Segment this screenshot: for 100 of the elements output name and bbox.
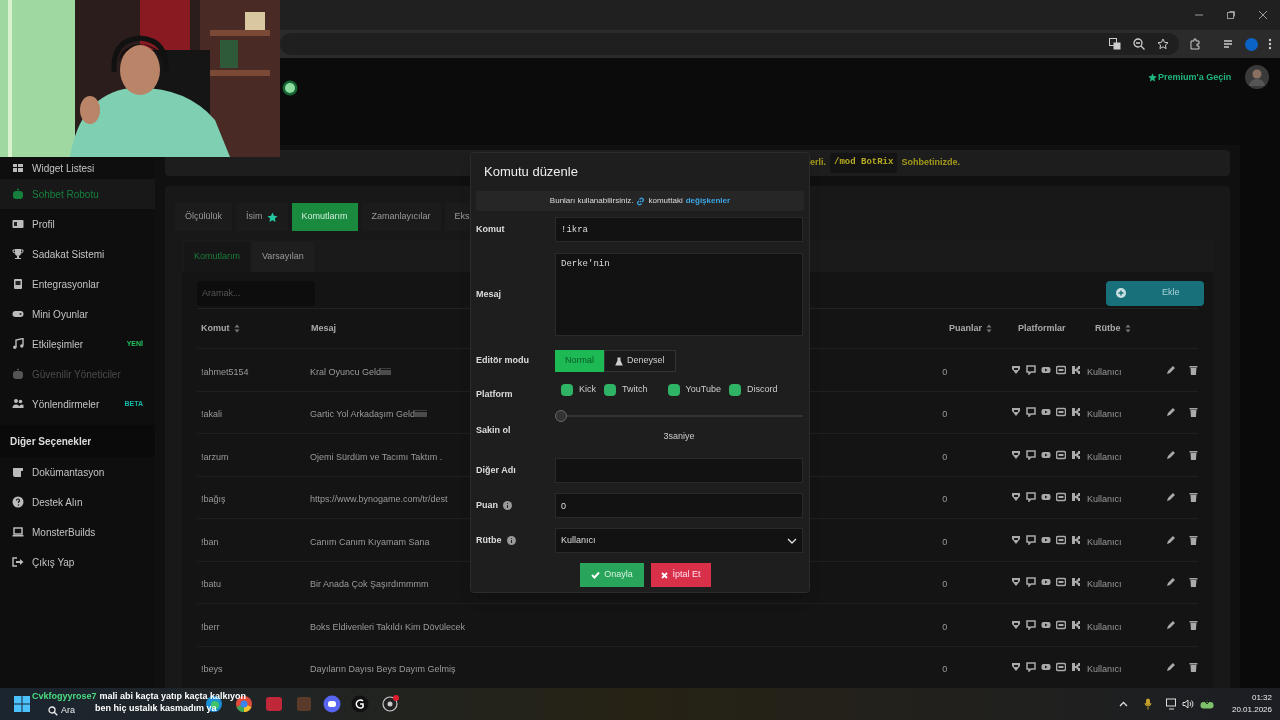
search-field[interactable]: Aramak... (197, 280, 315, 306)
chat-bubble-icon (1025, 577, 1036, 588)
playlist-icon[interactable] (1223, 38, 1235, 50)
table-cell: !akali (201, 409, 222, 420)
close-icon[interactable] (1258, 10, 1268, 20)
table-cell: Gartic Yol Arkadaşım Geldiiiiii (310, 409, 428, 420)
message-field[interactable]: Derke'nin (555, 253, 803, 336)
video-icon (1040, 662, 1051, 673)
alias-field[interactable] (555, 458, 803, 483)
microphone-icon[interactable] (1143, 698, 1152, 710)
cancel-button[interactable]: İptal Et (651, 563, 711, 587)
variables-link[interactable]: değişkenler (685, 195, 731, 207)
table-cell: !arzum (201, 451, 229, 462)
shield-icon (1010, 534, 1021, 545)
pencil-icon[interactable] (1166, 662, 1177, 673)
star-icon[interactable] (1157, 38, 1169, 50)
sidebar-item[interactable]: Dokümantasyon (0, 457, 155, 487)
toggle-knob-icon[interactable] (282, 80, 298, 96)
close-icon (661, 571, 669, 579)
more-icon[interactable] (1268, 38, 1272, 50)
column-header[interactable]: Puanlar (949, 321, 982, 336)
chat-bubble-icon (1025, 619, 1036, 630)
shield-icon (1010, 577, 1021, 588)
video-icon (1040, 577, 1051, 588)
taskbar-search[interactable]: Ara (48, 704, 75, 718)
chevron-up-icon[interactable] (1118, 701, 1128, 707)
add-button[interactable]: Ekle (1106, 280, 1204, 306)
checkbox-label: Kick (579, 383, 596, 397)
command-code: /mod BotRix (830, 153, 898, 173)
shield-icon (1010, 407, 1021, 418)
field-label: Rütbe (476, 533, 502, 547)
trophy-icon (12, 248, 24, 260)
banner-text: erli. (810, 156, 826, 170)
k-mark-icon (1070, 534, 1081, 545)
slider-thumb[interactable] (555, 410, 567, 423)
windows-start-icon[interactable] (14, 696, 30, 712)
chat-app-icon[interactable] (323, 695, 341, 713)
checkbox[interactable] (667, 384, 680, 396)
subtab[interactable]: Varsayılan (252, 242, 314, 272)
trash-icon[interactable] (1189, 534, 1198, 545)
pencil-icon[interactable] (1166, 364, 1177, 375)
sidebar-item[interactable]: Sadakat Sistemi (0, 239, 155, 269)
trash-icon[interactable] (1189, 492, 1198, 503)
translate-icon (1109, 38, 1121, 50)
sidebar-item[interactable]: Mini Oyunlar (0, 299, 155, 329)
pencil-icon[interactable] (1166, 619, 1177, 630)
plus-circle-icon (1116, 288, 1126, 298)
trash-icon[interactable] (1189, 577, 1198, 588)
sidebar-item[interactable]: Sohbet Robotu (0, 179, 155, 209)
sidebar-item[interactable]: Profil (0, 209, 155, 239)
info-text: Bunları kullanabilirsiniz. (549, 195, 634, 207)
checkbox[interactable] (728, 384, 741, 396)
sidebar-item[interactable]: Çıkış Yap (0, 547, 155, 577)
sidebar-item[interactable]: MonsterBuilds (0, 517, 155, 547)
app-icon[interactable] (265, 695, 283, 713)
speaker-icon[interactable] (1181, 699, 1194, 709)
pencil-icon[interactable] (1166, 492, 1177, 503)
premium-link[interactable]: Premium'a Geçin (1148, 71, 1232, 85)
network-icon[interactable] (1165, 698, 1178, 710)
table-cell: 0 (942, 579, 948, 590)
mode-toggle[interactable]: Deneysel (604, 350, 676, 372)
sidebar-item[interactable]: Entegrasyonlar (0, 269, 155, 299)
trash-icon[interactable] (1189, 407, 1198, 418)
record-app-icon[interactable] (381, 695, 399, 713)
trash-icon[interactable] (1189, 449, 1198, 460)
profile-avatar-icon[interactable] (1245, 37, 1258, 51)
trash-icon[interactable] (1189, 364, 1198, 375)
trash-icon[interactable] (1189, 662, 1198, 673)
table-cell: !batu (201, 579, 222, 590)
tab[interactable]: Komutlarım (291, 203, 358, 231)
sidebar-item[interactable]: Widget Listesi (0, 157, 155, 179)
rank-select[interactable]: Kullanıcı (555, 528, 803, 553)
checkbox[interactable] (561, 384, 573, 396)
table-cell: Kullanıcı (1086, 451, 1122, 462)
pencil-icon[interactable] (1166, 449, 1177, 460)
column-header[interactable]: Rütbe (1095, 321, 1121, 336)
command-field[interactable]: !ikra (555, 217, 803, 242)
chat-username: Cvkfogyyrose7 (32, 690, 97, 702)
table-cell: Kullanıcı (1086, 366, 1122, 377)
video-icon (1040, 364, 1051, 375)
avatar-icon[interactable] (1245, 65, 1269, 89)
column-header[interactable]: Mesaj (311, 321, 336, 336)
subtab[interactable]: Komutlarım (184, 242, 250, 272)
sidebar-item[interactable]: Destek Alın (0, 487, 155, 517)
laptop-icon (12, 526, 24, 538)
clock[interactable]: 01:32 20.01.2026 (1231, 692, 1272, 716)
pencil-icon[interactable] (1166, 534, 1177, 545)
restore-icon[interactable] (1226, 10, 1236, 20)
info-icon (506, 536, 516, 545)
pencil-icon[interactable] (1166, 407, 1177, 418)
trash-icon[interactable] (1189, 619, 1198, 630)
g-mark-icon[interactable] (351, 695, 369, 713)
extensions-icon[interactable] (1189, 38, 1201, 50)
zoom-icon[interactable] (1133, 38, 1145, 50)
pencil-icon[interactable] (1166, 577, 1177, 588)
column-header[interactable]: Platformlar (1018, 321, 1066, 336)
points-field[interactable]: 0 (555, 493, 803, 518)
checkbox[interactable] (604, 384, 616, 396)
slider[interactable] (555, 410, 803, 423)
column-header[interactable]: Komut (201, 321, 230, 336)
